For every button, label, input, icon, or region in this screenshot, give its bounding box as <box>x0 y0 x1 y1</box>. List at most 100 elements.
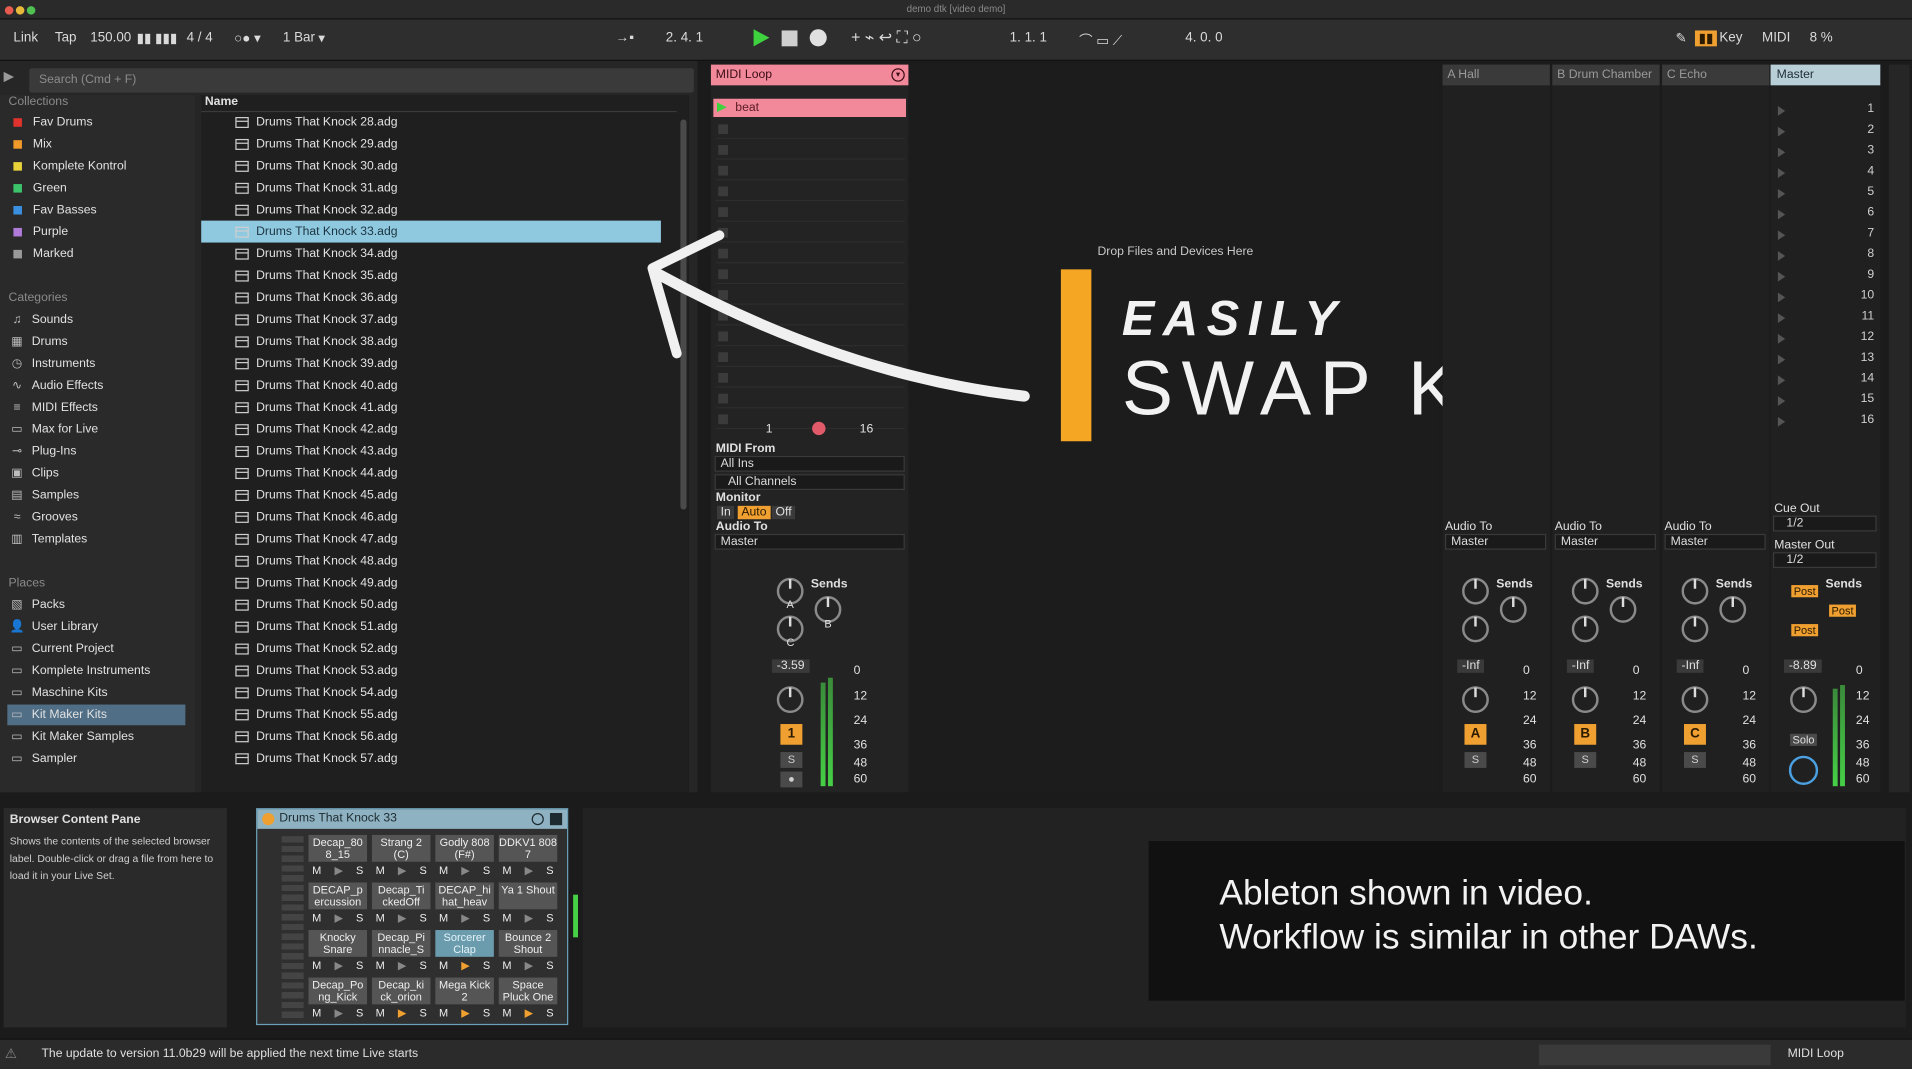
drum-pad[interactable]: Decap_Pi nnacle_S M ▶ S <box>371 930 431 974</box>
collection-item[interactable]: Komplete Kontrol <box>7 156 185 177</box>
scene-number[interactable]: 3 <box>1857 144 1874 157</box>
clip-slot[interactable] <box>715 202 905 222</box>
midi-from-select[interactable]: All Ins <box>714 455 905 472</box>
drum-pad[interactable]: DDKV1 808 7 M ▶ S <box>498 834 558 879</box>
file-row[interactable]: Drums That Knock 44.adg <box>201 462 661 484</box>
place-item[interactable]: ▧ Packs <box>7 595 185 616</box>
pad-mute-button[interactable]: M <box>376 1007 385 1020</box>
place-item[interactable]: 👤 User Library <box>7 617 185 638</box>
pad-play-icon[interactable]: ▶ <box>525 1007 533 1020</box>
collection-item[interactable]: Mix <box>7 134 185 155</box>
category-item[interactable]: ▦ Drums <box>7 332 185 353</box>
arrangement-position[interactable]: 2. 4. 1 <box>666 30 703 45</box>
drum-pad[interactable]: Space Pluck One M ▶ S <box>498 977 558 1022</box>
drum-pad[interactable]: Knocky Snare M ▶ S <box>308 930 368 974</box>
pad-play-icon[interactable]: ▶ <box>525 864 533 877</box>
category-item[interactable]: ▣ Clips <box>7 463 185 484</box>
file-row[interactable]: Drums That Knock 32.adg <box>201 199 661 221</box>
send-knob[interactable] <box>1571 577 1599 605</box>
save-preset-icon[interactable] <box>549 813 563 826</box>
return-pan-knob[interactable] <box>1681 686 1709 714</box>
file-row[interactable]: Drums That Knock 29.adg <box>201 133 661 155</box>
file-row[interactable]: Drums That Knock 43.adg <box>201 440 661 462</box>
pad-mute-button[interactable]: M <box>502 1007 511 1020</box>
scene-number[interactable]: 15 <box>1857 392 1875 405</box>
clip-slot[interactable] <box>715 182 905 202</box>
file-row[interactable]: Drums That Knock 35.adg <box>201 265 661 287</box>
file-row[interactable]: Drums That Knock 49.adg <box>201 572 661 594</box>
file-row[interactable]: Drums That Knock 34.adg <box>201 243 661 265</box>
link-button[interactable]: Link <box>13 30 38 45</box>
return-audio-to-select[interactable]: Master <box>1554 533 1656 550</box>
pad-solo-button[interactable]: S <box>419 959 426 972</box>
post-button-b[interactable]: Post <box>1829 604 1856 617</box>
master-out-select[interactable]: 1/2 <box>1773 552 1877 569</box>
preview-volume-knob[interactable] <box>1788 755 1819 785</box>
master-solo-button[interactable]: Solo <box>1790 733 1817 746</box>
drum-pad[interactable]: Bounce 2 Shout M ▶ S <box>498 930 558 974</box>
scene-number[interactable]: 10 <box>1857 289 1875 302</box>
place-item[interactable]: ▭ Current Project <box>7 639 185 660</box>
scene-launch-icon[interactable] <box>1777 416 1786 427</box>
scene-launch-icon[interactable] <box>1777 168 1786 178</box>
clip-play-icon[interactable] <box>717 102 727 113</box>
track-fold-icon[interactable]: ▾ <box>891 68 905 82</box>
time-signature[interactable]: 4 / 4 <box>187 30 213 45</box>
file-row[interactable]: Drums That Knock 52.adg <box>201 637 661 659</box>
drum-pad[interactable]: Decap_ki ck_orion M ▶ S <box>371 977 431 1022</box>
solo-button[interactable]: S <box>780 752 803 768</box>
scene-number[interactable]: 7 <box>1857 227 1874 240</box>
punch-icon[interactable]: ⌒ ▭ ⟋ <box>1079 30 1122 50</box>
scene-number[interactable]: 6 <box>1857 206 1874 219</box>
scene-launch-icon[interactable] <box>1777 333 1786 344</box>
send-knob[interactable] <box>1681 615 1709 643</box>
return-solo-button[interactable]: S <box>1464 752 1487 768</box>
file-row[interactable]: Drums That Knock 31.adg <box>201 177 661 199</box>
scene-number[interactable]: 13 <box>1857 351 1875 364</box>
scene-launch-icon[interactable] <box>1777 375 1786 386</box>
pad-play-icon[interactable]: ▶ <box>334 864 342 877</box>
pad-play-icon[interactable]: ▶ <box>461 912 469 925</box>
file-row[interactable]: Drums That Knock 57.adg <box>201 747 661 769</box>
drum-pad[interactable]: DECAP_hi hat_heav M ▶ S <box>435 882 494 926</box>
monitor-auto-button[interactable]: Auto <box>737 505 771 520</box>
file-row[interactable]: Drums That Knock 42.adg <box>201 418 661 440</box>
scene-number[interactable]: 4 <box>1857 165 1874 178</box>
pad-mute-button[interactable]: M <box>312 1007 321 1020</box>
return-track-header[interactable]: C Echo <box>1662 64 1770 86</box>
track-volume[interactable]: -3.59 <box>771 659 810 673</box>
pad-overview[interactable] <box>281 836 304 1020</box>
file-row[interactable]: Drums That Knock 46.adg <box>201 506 661 528</box>
clip-slot[interactable] <box>715 140 905 160</box>
file-row[interactable]: Drums That Knock 30.adg <box>201 155 661 177</box>
pad-solo-button[interactable]: S <box>419 912 426 925</box>
pad-solo-button[interactable]: S <box>546 1007 553 1020</box>
category-item[interactable]: ∿ Audio Effects <box>7 375 185 396</box>
pad-solo-button[interactable]: S <box>356 959 363 972</box>
category-item[interactable]: ▥ Templates <box>7 529 185 550</box>
return-volume[interactable]: -Inf <box>1676 659 1705 673</box>
pad-solo-button[interactable]: S <box>546 912 553 925</box>
record-icon[interactable] <box>809 29 827 47</box>
key-map-button[interactable]: Key <box>1719 30 1742 45</box>
loop-length-field[interactable]: 4. 0. 0 <box>1185 30 1222 45</box>
pad-play-icon[interactable]: ▶ <box>398 912 406 925</box>
master-header[interactable]: Master <box>1770 64 1881 86</box>
pad-solo-button[interactable]: S <box>483 864 490 877</box>
file-row[interactable]: Drums That Knock 37.adg <box>201 308 661 330</box>
pad-play-icon[interactable]: ▶ <box>461 864 469 877</box>
audio-to-select[interactable]: Master <box>714 533 905 550</box>
return-pan-knob[interactable] <box>1462 686 1489 714</box>
tempo-field[interactable]: 150.00 <box>90 30 131 45</box>
midi-map-button[interactable]: MIDI <box>1762 30 1790 45</box>
drum-pad[interactable]: Sorcerer Clap M ▶ S <box>435 930 494 974</box>
track-header[interactable]: MIDI Loop <box>710 64 909 86</box>
drum-pad[interactable]: Mega Kick 2 M ▶ S <box>435 977 494 1022</box>
pad-mute-button[interactable]: M <box>376 912 385 925</box>
return-solo-button[interactable]: S <box>1574 752 1597 768</box>
draw-mode-icon[interactable]: ✎ <box>1675 30 1686 47</box>
clip-slot[interactable] <box>715 119 905 139</box>
send-knob[interactable] <box>1609 596 1637 623</box>
midi-channel-select[interactable]: All Channels <box>714 474 905 490</box>
file-row[interactable]: Drums That Knock 38.adg <box>201 330 661 352</box>
